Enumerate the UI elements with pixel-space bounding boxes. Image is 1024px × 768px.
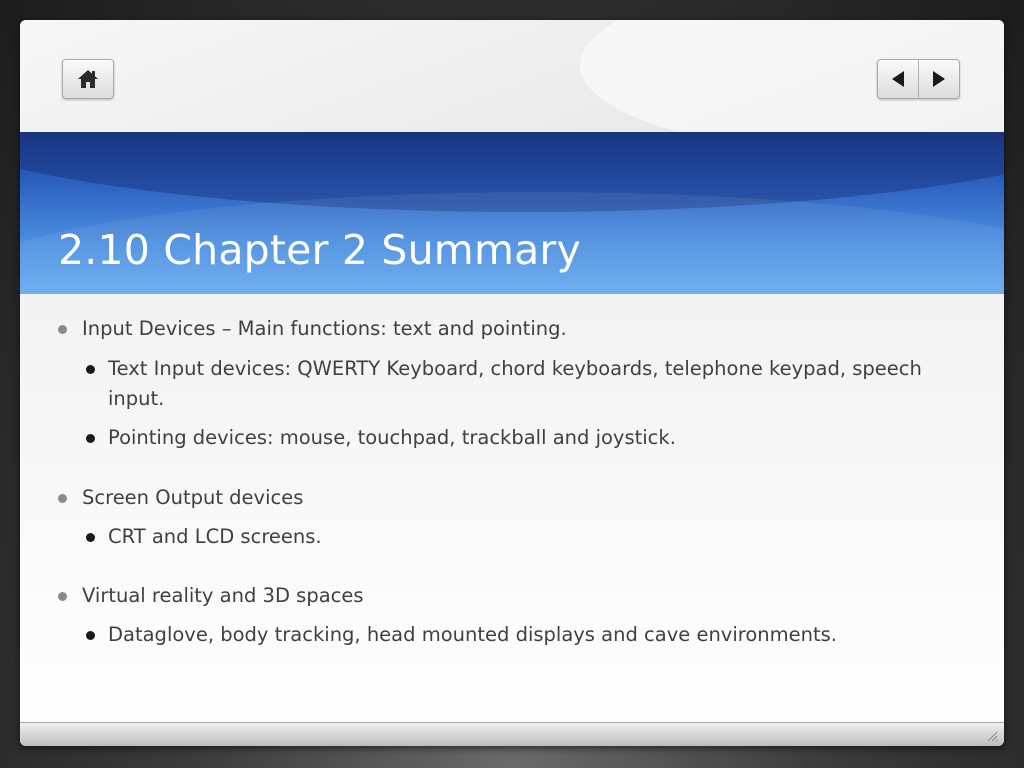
bullet-text: Screen Output devices [82, 486, 304, 509]
resize-grip-icon[interactable] [986, 730, 998, 742]
triangle-left-icon [892, 71, 904, 87]
slide-header [20, 20, 1004, 150]
bullet-dot-icon [58, 592, 67, 601]
previous-slide-button[interactable] [878, 60, 918, 98]
bullet-dot-icon [86, 533, 95, 542]
bullet-item: Virtual reality and 3D spaces [58, 581, 364, 611]
bullet-text: Virtual reality and 3D spaces [82, 584, 364, 607]
slide-title: 2.10 Chapter 2 Summary [58, 226, 581, 274]
sub-bullet-item: Dataglove, body tracking, head mounted d… [86, 620, 928, 650]
bullet-item: Screen Output devices [58, 483, 304, 513]
bullet-dot-icon [86, 365, 95, 374]
sub-bullet-item: Text Input devices: QWERTY Keyboard, cho… [86, 354, 928, 414]
bullet-dot-icon [86, 631, 95, 640]
sub-bullet-text: Pointing devices: mouse, touchpad, track… [108, 426, 676, 449]
next-slide-button[interactable] [918, 60, 959, 98]
sub-bullet-text: Dataglove, body tracking, head mounted d… [108, 623, 838, 646]
sub-bullet-text: CRT and LCD screens. [108, 525, 322, 548]
bullet-item: Input Devices – Main functions: text and… [58, 314, 567, 344]
bullet-text: Input Devices – Main functions: text and… [82, 317, 567, 340]
home-button[interactable] [63, 60, 113, 98]
sub-bullet-item: Pointing devices: mouse, touchpad, track… [86, 423, 928, 453]
title-band: 2.10 Chapter 2 Summary [20, 132, 1004, 294]
slide-nav-buttons [877, 59, 960, 99]
home-button-group [62, 59, 114, 99]
bullet-dot-icon [58, 325, 67, 334]
bullet-dot-icon [58, 494, 67, 503]
bullet-dot-icon [86, 434, 95, 443]
sub-bullet-item: CRT and LCD screens. [86, 522, 928, 552]
home-icon [78, 70, 98, 88]
triangle-right-icon [933, 71, 945, 87]
slide: 2.10 Chapter 2 Summary Input Devices – M… [20, 20, 1004, 746]
slide-footer-bar [20, 722, 1004, 746]
sub-bullet-text: Text Input devices: QWERTY Keyboard, cho… [108, 357, 922, 410]
